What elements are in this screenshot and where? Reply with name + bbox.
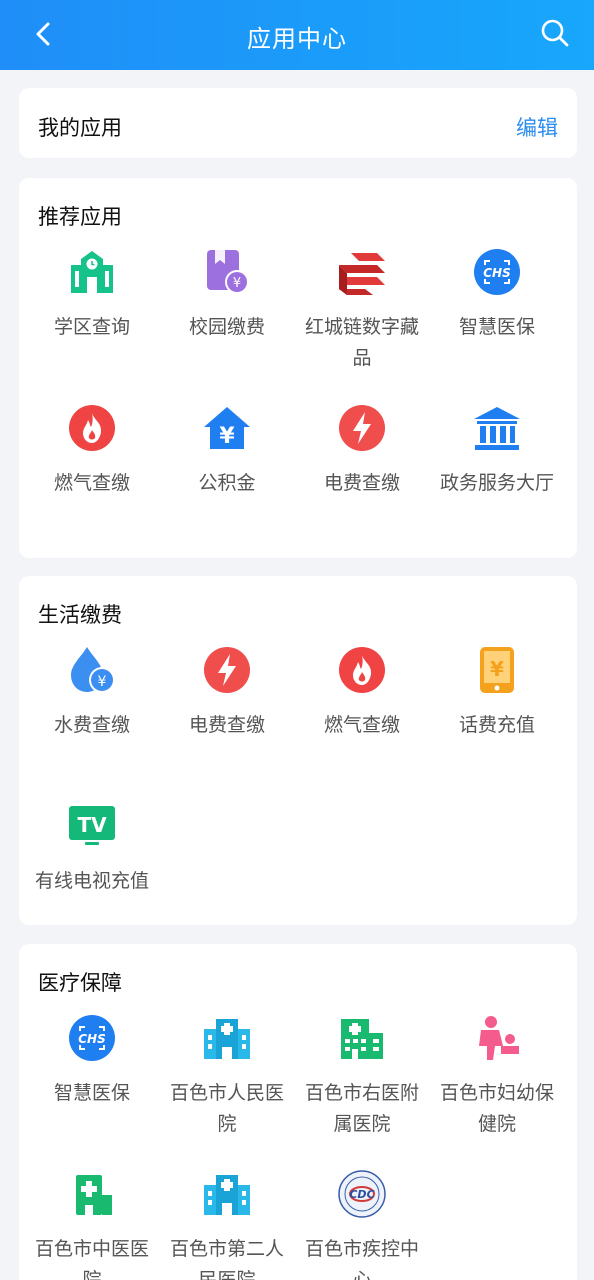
app-label: 有线电视充值 — [34, 870, 149, 892]
app-school-district[interactable]: 学区查询 — [25, 246, 159, 402]
recommended-apps-card: 推荐应用 学区查询 ¥ 校园缴费 红城链数字藏品 CHS 智慧医保 燃气查缴 ¥… — [19, 178, 577, 558]
app-label: 百色市人民医院 — [169, 1082, 284, 1135]
app-label: 水费查缴 — [53, 714, 130, 736]
svg-text:CHS: CHS — [483, 266, 511, 280]
app-label: 学区查询 — [53, 316, 130, 338]
app-label: 百色市疾控中心 — [304, 1238, 419, 1280]
svg-text:¥: ¥ — [98, 674, 107, 690]
svg-text:TV: TV — [77, 813, 107, 837]
school-icon — [66, 246, 118, 298]
app-label: 校园缴费 — [188, 316, 265, 338]
app-label: 智慧医保 — [53, 1082, 130, 1104]
flame-icon — [336, 644, 388, 696]
app-second-people-hospital[interactable]: 百色市第二人民医院 — [160, 1168, 294, 1280]
chs-icon: CHS — [66, 1012, 118, 1064]
life-payment-card: 生活缴费 ¥ 水费查缴 电费查缴 燃气查缴 ¥ 话费充值 TV 有线电视充值 — [19, 576, 577, 925]
phone-recharge-icon: ¥ — [471, 644, 523, 696]
app-label: 燃气查缴 — [53, 472, 130, 494]
section-title: 医疗保障 — [38, 971, 122, 995]
tv-icon: TV — [66, 800, 118, 852]
app-water-payment[interactable]: ¥ 水费查缴 — [25, 644, 159, 800]
app-label: 智慧医保 — [458, 316, 535, 338]
section-title: 生活缴费 — [38, 603, 122, 627]
app-smart-medical-insurance[interactable]: CHS 智慧医保 — [430, 246, 564, 402]
app-label: 红城链数字藏品 — [304, 316, 419, 369]
svg-text:¥: ¥ — [233, 276, 241, 291]
section-title: 推荐应用 — [38, 205, 122, 229]
app-people-hospital[interactable]: 百色市人民医院 — [160, 1012, 294, 1168]
medical-card: 医疗保障 CHS 智慧医保 百色市人民医院 百色市右医附属医院 百色市妇幼保健院… — [19, 944, 577, 1280]
app-cdc[interactable]: CDC 百色市疾控中心 — [295, 1168, 429, 1280]
search-button[interactable] — [538, 16, 572, 50]
svg-text:CHS: CHS — [78, 1032, 106, 1046]
svg-text:¥: ¥ — [219, 424, 235, 449]
app-label: 百色市第二人民医院 — [169, 1238, 284, 1280]
lightning-icon — [336, 402, 388, 454]
svg-text:CDC: CDC — [349, 1188, 374, 1201]
svg-text:¥: ¥ — [490, 657, 504, 681]
app-electricity-payment[interactable]: 电费查缴 — [160, 644, 294, 800]
water-drop-icon: ¥ — [66, 644, 118, 696]
app-label: 电费查缴 — [188, 714, 265, 736]
chs-icon: CHS — [471, 246, 523, 298]
search-icon — [541, 19, 569, 47]
app-campus-payment[interactable]: ¥ 校园缴费 — [160, 246, 294, 402]
app-digital-collectible[interactable]: 红城链数字藏品 — [295, 246, 429, 402]
app-label: 电费查缴 — [323, 472, 400, 494]
app-header: 应用中心 — [0, 0, 594, 70]
app-gas-payment[interactable]: 燃气查缴 — [25, 402, 159, 558]
app-maternal-child-hospital[interactable]: 百色市妇幼保健院 — [430, 1012, 564, 1168]
campus-payment-icon: ¥ — [201, 246, 253, 298]
app-label: 燃气查缴 — [323, 714, 400, 736]
app-tcm-hospital[interactable]: 百色市中医医院 — [25, 1168, 159, 1280]
app-phone-recharge[interactable]: ¥ 话费充值 — [430, 644, 564, 800]
app-label: 百色市右医附属医院 — [304, 1082, 419, 1135]
app-electricity-payment[interactable]: 电费查缴 — [295, 402, 429, 558]
hospital-icon — [66, 1168, 118, 1220]
hospital-icon — [201, 1012, 253, 1064]
app-housing-fund[interactable]: ¥ 公积金 — [160, 402, 294, 558]
app-smart-medical-insurance[interactable]: CHS 智慧医保 — [25, 1012, 159, 1168]
my-apps-card: 我的应用 编辑 — [19, 88, 577, 158]
app-government-hall[interactable]: 政务服务大厅 — [430, 402, 564, 558]
housing-fund-icon: ¥ — [201, 402, 253, 454]
hospital-icon — [201, 1168, 253, 1220]
digital-collectible-icon — [336, 246, 388, 298]
maternal-child-icon — [471, 1012, 523, 1064]
lightning-icon — [201, 644, 253, 696]
app-youjiang-affiliated-hospital[interactable]: 百色市右医附属医院 — [295, 1012, 429, 1168]
page-title: 应用中心 — [247, 25, 347, 53]
app-grid: CHS 智慧医保 百色市人民医院 百色市右医附属医院 百色市妇幼保健院 百色市中… — [25, 1012, 571, 1280]
app-label: 政务服务大厅 — [439, 472, 554, 494]
app-cable-tv-recharge[interactable]: TV 有线电视充值 — [25, 800, 159, 956]
cdc-seal-icon: CDC — [336, 1168, 388, 1220]
app-gas-payment[interactable]: 燃气查缴 — [295, 644, 429, 800]
app-label: 百色市中医医院 — [34, 1238, 149, 1280]
flame-icon — [66, 402, 118, 454]
my-apps-title: 我的应用 — [38, 116, 122, 140]
app-grid: ¥ 水费查缴 电费查缴 燃气查缴 ¥ 话费充值 TV 有线电视充值 — [25, 644, 571, 956]
hospital-building-icon — [336, 1012, 388, 1064]
edit-button[interactable]: 编辑 — [516, 112, 558, 142]
app-label: 百色市妇幼保健院 — [439, 1082, 554, 1135]
government-hall-icon — [471, 402, 523, 454]
app-label: 公积金 — [198, 472, 256, 494]
app-label: 话费充值 — [458, 714, 535, 736]
app-grid: 学区查询 ¥ 校园缴费 红城链数字藏品 CHS 智慧医保 燃气查缴 ¥ 公积金 … — [25, 246, 571, 558]
